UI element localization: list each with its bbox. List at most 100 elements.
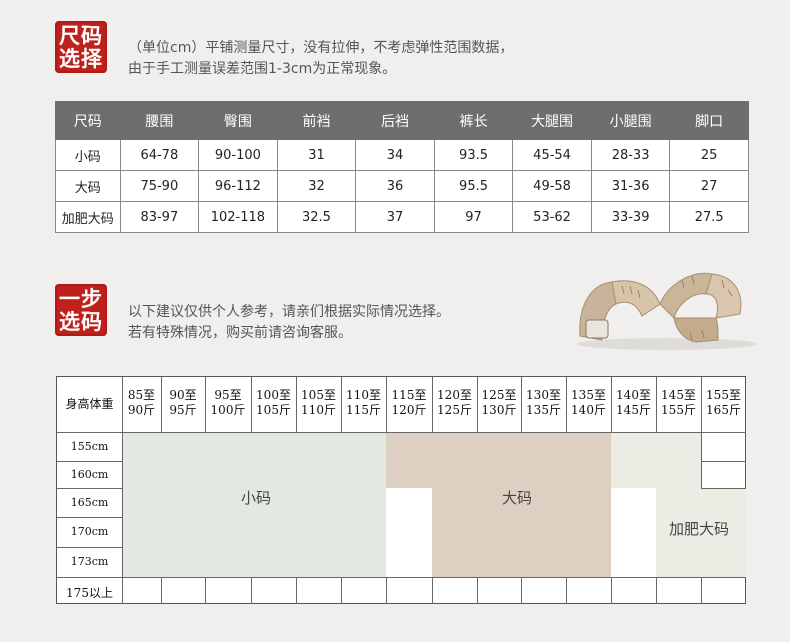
grid-line (251, 577, 252, 604)
grid-line (57, 517, 122, 518)
header-cell: 脚口 (669, 101, 749, 140)
zone-large-label: 大码 (502, 489, 533, 507)
table-cell: 大码 (55, 170, 121, 202)
header-cell: 臀围 (198, 101, 278, 140)
table-cell: 32.5 (276, 201, 357, 233)
grid-line (432, 377, 433, 432)
table-cell: 102-118 (198, 201, 278, 233)
grid-line (205, 377, 206, 432)
table-cell: 95.5 (433, 170, 514, 202)
grid-line (521, 377, 522, 432)
seal-line-1: 尺码 (59, 23, 103, 48)
weight-to: 135斤 (526, 403, 561, 417)
tape-measure-image (577, 272, 757, 350)
table-cell: 33-39 (590, 201, 671, 233)
grid-line (611, 577, 612, 604)
weight-column-header: 145至 155斤 (656, 388, 701, 418)
zone-large-upper (386, 432, 611, 488)
weight-to: 95斤 (169, 403, 197, 417)
weight-to: 120斤 (391, 403, 427, 417)
grid-line (161, 377, 162, 432)
weight-column-header: 105至 110斤 (296, 388, 341, 418)
height-row-label: 173cm (70, 555, 109, 568)
header-cell: 大腿围 (512, 101, 592, 140)
table-row: 加肥大码 83-97 102-118 32.5 37 97 53-62 33-3… (55, 201, 749, 233)
header-cell: 腰围 (119, 101, 200, 140)
header-cell: 小腿围 (590, 101, 671, 140)
grid-line (341, 377, 342, 432)
advice-note-line-2: 若有特殊情况，购买前请咨询客服。 (128, 325, 352, 341)
grid-line (701, 488, 746, 489)
grid-line (566, 377, 567, 432)
table-row: 小码 64-78 90-100 31 34 93.5 45-54 28-33 2… (55, 139, 749, 171)
grid-line (296, 577, 297, 604)
grid-line (521, 577, 522, 604)
header-cell: 裤长 (433, 101, 514, 140)
measure-note: （单位cm）平铺测量尺寸，没有拉伸，不考虑弹性范围数据， 由于手工测量误差范围1… (128, 38, 513, 80)
size-table: 尺码 腰围 臀围 前裆 后裆 裤长 大腿围 小腿围 脚口 小码 64-78 90… (55, 101, 749, 233)
seal-line-1: 一步 (59, 286, 103, 311)
weight-from: 125至 (481, 388, 517, 402)
height-row-label: 170cm (70, 525, 109, 538)
weight-to: 110斤 (301, 403, 336, 417)
weight-column-header: 130至 135斤 (521, 388, 566, 418)
height-row-label: 175以上 (66, 585, 113, 600)
table-cell: 31 (276, 139, 357, 171)
grid-line (122, 577, 123, 604)
grid-line (386, 577, 387, 604)
grid-line (701, 432, 702, 488)
weight-to: 90斤 (127, 403, 156, 417)
weight-column-header: 95至 100斤 (205, 388, 251, 418)
weight-to: 140斤 (571, 403, 606, 417)
table-cell: 32 (276, 170, 357, 202)
zone-small-label: 小码 (241, 489, 272, 507)
table-cell: 加肥大码 (55, 201, 121, 233)
table-cell: 75-90 (119, 170, 200, 202)
table-cell: 34 (355, 139, 435, 171)
weight-from: 105至 (301, 388, 336, 402)
grid-line (205, 577, 206, 604)
weight-column-header: 155至 165斤 (701, 388, 746, 418)
grid-line (386, 377, 387, 432)
zone-xl-upper (611, 432, 701, 488)
weight-column-header: 100至 105斤 (251, 388, 296, 418)
grid-line (656, 577, 657, 604)
weight-from: 135至 (571, 388, 606, 402)
weight-to: 105斤 (256, 403, 291, 417)
weight-column-header: 125至 130斤 (477, 388, 521, 418)
height-row-label: 155cm (70, 439, 109, 453)
weight-from: 130至 (526, 388, 561, 402)
grid-line (122, 377, 123, 432)
weight-to: 100斤 (210, 403, 246, 417)
height-row-label: 160cm (70, 467, 109, 481)
weight-to: 115斤 (346, 403, 381, 417)
weight-from: 100至 (256, 388, 291, 402)
corner-cell: 身高体重 (65, 397, 114, 411)
weight-from: 140至 (616, 388, 651, 402)
weight-column-header: 115至 120斤 (386, 388, 432, 418)
grid-line (57, 488, 122, 489)
weight-to: 125斤 (437, 403, 472, 417)
table-cell: 96-112 (198, 170, 278, 202)
table-row: 大码 75-90 96-112 32 36 95.5 49-58 31-36 2… (55, 170, 749, 202)
table-cell: 49-58 (512, 170, 592, 202)
table-cell: 37 (355, 201, 435, 233)
advice-note-line-1: 以下建议仅供个人参考，请亲们根据实际情况选择。 (128, 304, 450, 320)
table-cell: 28-33 (590, 139, 671, 171)
weight-column-header: 90至 95斤 (161, 388, 205, 418)
weight-from: 155至 (706, 388, 741, 402)
size-chooser-grid: 小码 大码 加肥大码 身高体重 85至 90斤 90至 95斤 95至 100斤 100至 1… (56, 376, 746, 604)
grid-line (251, 377, 252, 432)
weight-column-header: 110至 115斤 (341, 388, 386, 418)
weight-column-header: 120至 125斤 (432, 388, 477, 418)
table-cell: 93.5 (433, 139, 514, 171)
grid-line (296, 377, 297, 432)
weight-to: 145斤 (616, 403, 651, 417)
grid-line (701, 377, 702, 432)
weight-from: 90至 (169, 388, 197, 402)
grid-line (432, 577, 433, 604)
weight-column-header: 140至 145斤 (611, 388, 656, 418)
weight-column-header: 85至 90斤 (122, 388, 161, 418)
grid-line (611, 377, 612, 432)
grid-line (566, 577, 567, 604)
